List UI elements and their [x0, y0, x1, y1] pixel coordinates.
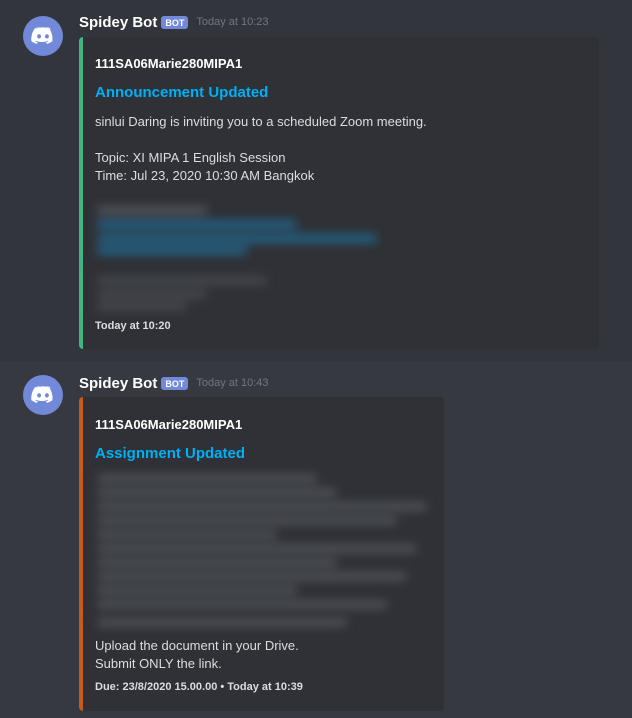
avatar[interactable]: [23, 375, 63, 415]
message-header: Spidey Bot BOT Today at 10:23: [79, 12, 269, 32]
message-group-1: Spidey Bot BOT Today at 10:23 111SA06Mar…: [0, 0, 632, 361]
embed-card: 111SA06Marie280MIPA1 Assignment Updated …: [79, 397, 444, 711]
username[interactable]: Spidey Bot: [79, 375, 157, 392]
embed-title-link[interactable]: Announcement Updated: [95, 84, 268, 101]
discord-logo-icon: [31, 386, 53, 403]
avatar[interactable]: [23, 16, 63, 56]
message-group-2: Spidey Bot BOT Today at 10:43 111SA06Mar…: [0, 361, 632, 718]
message-timestamp[interactable]: Today at 10:43: [196, 377, 268, 389]
blurred-content: [91, 197, 391, 317]
embed-description: Upload the document in your Drive. Submi…: [95, 638, 299, 671]
embed-author: 111SA06Marie280MIPA1: [95, 417, 243, 432]
embed-author: 111SA06Marie280MIPA1: [95, 56, 243, 71]
message-timestamp[interactable]: Today at 10:23: [196, 16, 268, 28]
embed-footer: Today at 10:20: [95, 320, 171, 332]
embed-card: 111SA06Marie280MIPA1 Announcement Update…: [79, 37, 599, 349]
message-header: Spidey Bot BOT Today at 10:43: [79, 373, 269, 393]
blurred-content: [93, 469, 433, 637]
embed-title-link[interactable]: Assignment Updated: [95, 445, 245, 462]
discord-logo-icon: [31, 27, 53, 44]
embed-footer: Due: 23/8/2020 15.00.00 • Today at 10:39: [95, 681, 303, 693]
embed-description: sinlui Daring is inviting you to a sched…: [95, 114, 427, 183]
username[interactable]: Spidey Bot: [79, 14, 157, 31]
bot-tag: BOT: [161, 376, 189, 390]
bot-tag: BOT: [161, 15, 189, 29]
